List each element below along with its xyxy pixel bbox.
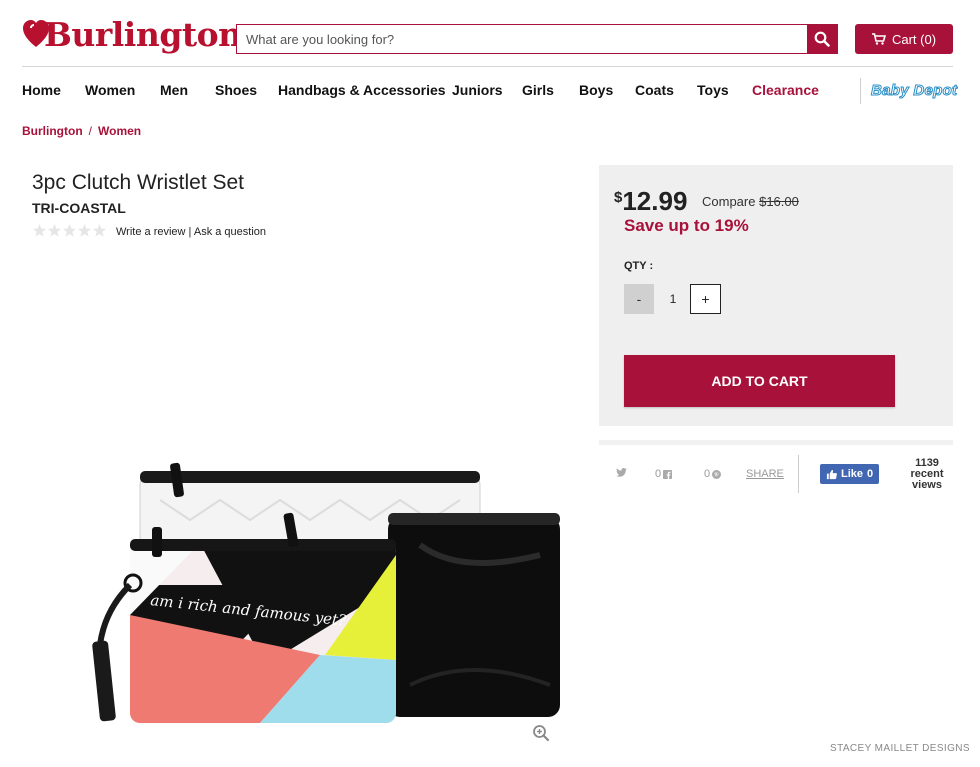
pinterest-share-count: 0	[704, 468, 711, 480]
qty-value[interactable]: 1	[659, 284, 687, 314]
nav-item-boys[interactable]: Boys	[579, 82, 613, 98]
nav-item-coats[interactable]: Coats	[635, 82, 674, 98]
facebook-share-count: 0	[655, 468, 662, 480]
review-links: Write a review | Ask a question	[116, 226, 266, 238]
price-currency: $	[614, 189, 623, 206]
breadcrumb-separator: /	[88, 124, 92, 138]
search-button[interactable]	[807, 25, 837, 53]
like-count: 0	[867, 468, 874, 480]
social-share-bar: 0 0 SHARE Like 0 1139 recent views	[599, 440, 953, 502]
compare-label: Compare	[702, 194, 756, 209]
main-nav: Home Women Men Shoes Handbags & Accessor…	[22, 80, 852, 102]
star-icon	[47, 223, 62, 237]
product-image[interactable]: am i rich and famous yet?	[90, 455, 570, 755]
thumbs-up-icon	[826, 469, 837, 479]
star-icon	[92, 223, 107, 237]
breadcrumb-home[interactable]: Burlington	[22, 124, 83, 138]
star-icon	[62, 223, 77, 237]
star-icon	[77, 223, 92, 237]
breadcrumb-women[interactable]: Women	[98, 124, 141, 138]
nav-item-toys[interactable]: Toys	[697, 82, 729, 98]
price-amount: 12.99	[622, 186, 688, 216]
nav-item-juniors[interactable]: Juniors	[452, 82, 503, 98]
purchase-panel: $12.99 Compare $16.00 Save up to 19% QTY…	[599, 165, 953, 426]
nav-item-handbags[interactable]: Handbags & Accessories	[278, 82, 446, 98]
rating-stars[interactable]	[32, 223, 107, 238]
watermark: STACEY MAILLET DESIGNS	[830, 743, 970, 754]
nav-item-shoes[interactable]: Shoes	[215, 82, 257, 98]
cart-icon	[871, 33, 886, 45]
burlington-logo[interactable]: Burlington	[22, 14, 242, 54]
like-label: Like	[841, 468, 864, 480]
search-input[interactable]	[237, 25, 807, 53]
facebook-icon	[663, 469, 673, 479]
nav-item-men[interactable]: Men	[160, 82, 188, 98]
star-icon	[32, 223, 47, 237]
savings-text: Save up to 19%	[624, 216, 749, 235]
breadcrumb: Burlington / Women	[22, 124, 141, 138]
write-review-link[interactable]: Write a review	[116, 226, 185, 238]
pinterest-share[interactable]: 0	[704, 468, 722, 480]
qty-decrease-button[interactable]: -	[624, 284, 654, 314]
header-divider	[22, 66, 953, 67]
price: $12.99	[614, 186, 687, 217]
pinterest-icon	[712, 469, 722, 479]
baby-depot-link[interactable]: Baby Depot	[870, 82, 957, 100]
qty-label: QTY :	[624, 260, 654, 272]
twitter-share[interactable]	[616, 468, 627, 477]
views-label-views: views	[912, 479, 942, 491]
logo-wordmark: Burlington	[44, 14, 242, 54]
nav-item-home[interactable]: Home	[22, 82, 61, 98]
nav-item-women[interactable]: Women	[85, 82, 135, 98]
nav-item-girls[interactable]: Girls	[522, 82, 554, 98]
search-icon	[814, 31, 830, 47]
facebook-like-button[interactable]: Like 0	[820, 464, 880, 484]
nav-item-clearance[interactable]: Clearance	[752, 82, 819, 98]
add-to-cart-button[interactable]: ADD TO CART	[624, 355, 895, 407]
facebook-share[interactable]: 0	[655, 468, 673, 480]
twitter-icon	[616, 468, 627, 477]
recent-views: 1139 recent views	[904, 458, 950, 491]
compare-price: Compare $16.00	[702, 194, 799, 209]
share-divider	[798, 455, 799, 493]
cart-button[interactable]: Cart (0)	[855, 24, 953, 54]
qty-increase-button[interactable]: +	[690, 284, 721, 314]
nav-divider	[860, 78, 861, 104]
zoom-icon[interactable]	[532, 724, 550, 742]
cart-label: Cart (0)	[891, 31, 937, 47]
search-bar	[236, 24, 838, 54]
compare-amount: $16.00	[759, 194, 799, 209]
share-link[interactable]: SHARE	[746, 468, 784, 480]
ask-question-link[interactable]: Ask a question	[194, 226, 266, 238]
product-title: 3pc Clutch Wristlet Set	[32, 171, 245, 194]
product-brand[interactable]: TRI-COASTAL	[32, 200, 126, 216]
